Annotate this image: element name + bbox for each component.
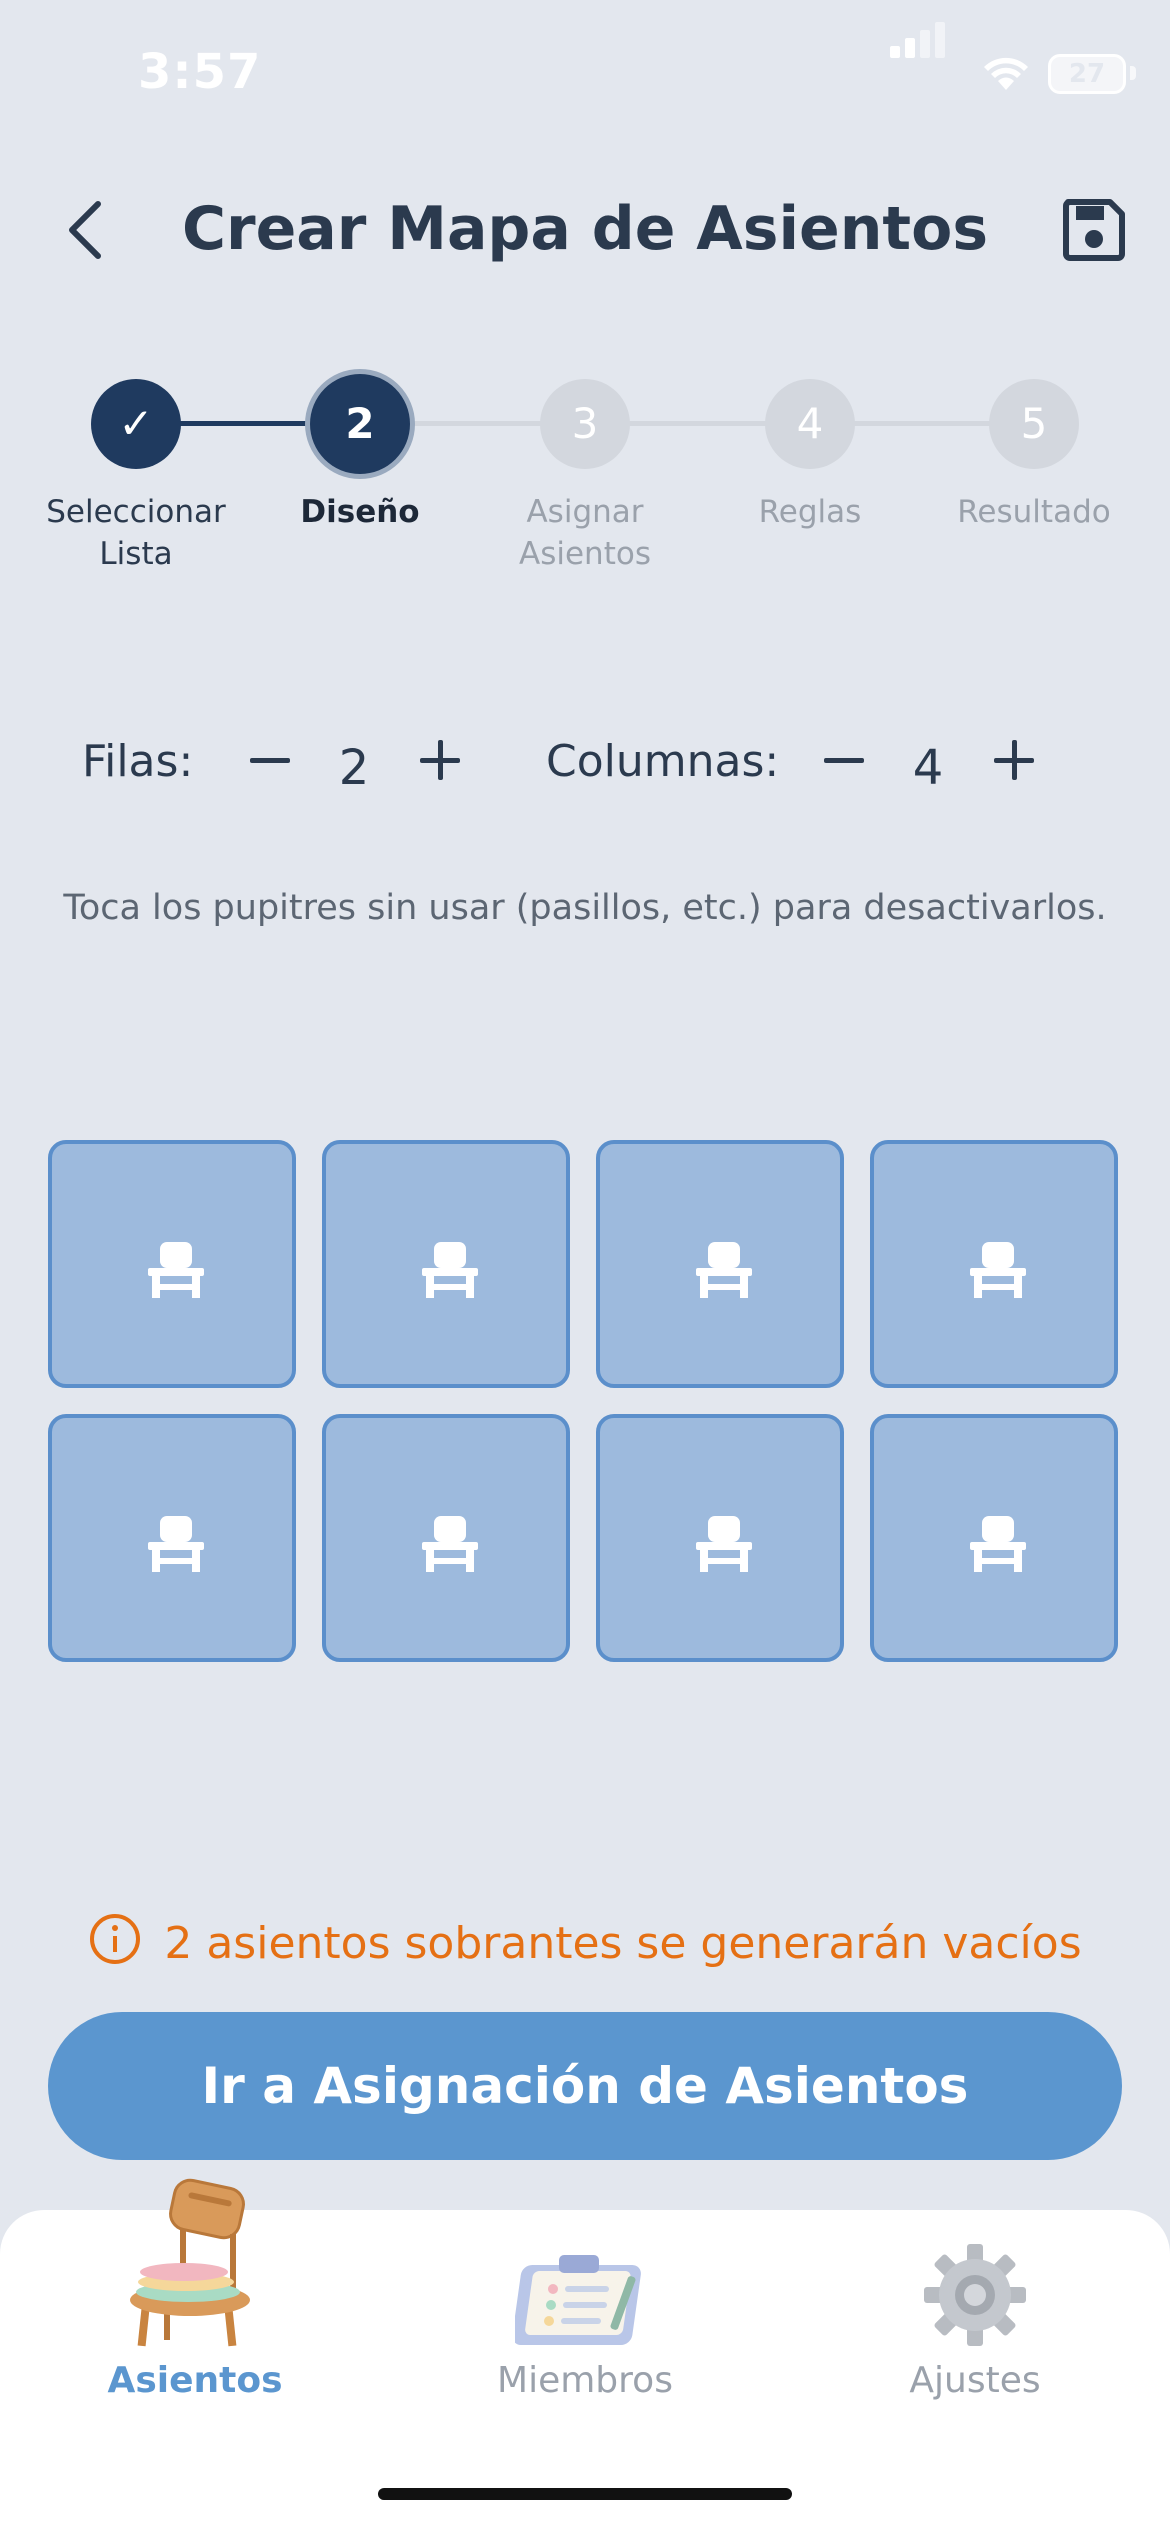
step-label-line: Lista [99, 536, 173, 572]
minus-icon [250, 758, 290, 763]
step-label: Reglas [710, 491, 910, 533]
chair-icon [148, 1516, 204, 1572]
chair-illustration-icon [130, 2178, 250, 2347]
plus-icon-v [1012, 740, 1017, 780]
step-label-line: Diseño [300, 494, 420, 530]
save-button[interactable] [1056, 192, 1132, 268]
check-icon: ✓ [91, 379, 181, 469]
home-indicator [378, 2488, 792, 2500]
seat-cell[interactable] [870, 1414, 1118, 1662]
chair-icon [970, 1516, 1026, 1572]
seat-cell[interactable] [596, 1414, 844, 1662]
chair-icon [970, 1242, 1026, 1298]
clipboard-illustration-icon [515, 2255, 641, 2345]
status-bar: 3:57 27 [0, 0, 1170, 150]
tab-bar: Asientos Miembros Ajustes [0, 2178, 1170, 2532]
rows-value: 2 [338, 740, 370, 796]
seat-grid [48, 1140, 1122, 1662]
tab-label: Asientos [107, 2360, 283, 2401]
tab-label: Miembros [497, 2360, 673, 2401]
step-label: Seleccionar Lista [36, 491, 236, 575]
step-label: Asignar Asientos [485, 491, 685, 575]
seat-cell[interactable] [870, 1140, 1118, 1388]
step-label-line: Seleccionar [46, 494, 226, 530]
step-label-line: Reglas [758, 494, 862, 530]
page-title: Crear Mapa de Asientos [181, 194, 989, 264]
seat-cell[interactable] [596, 1140, 844, 1388]
status-time: 3:57 [138, 44, 262, 100]
chair-icon [422, 1242, 478, 1298]
seat-cell[interactable] [48, 1140, 296, 1388]
warning-message: 2 asientos sobrantes se generarán vacíos [0, 1912, 1170, 1969]
seat-cell[interactable] [48, 1414, 296, 1662]
step-design[interactable]: 2 Diseño [260, 370, 460, 533]
step-label: Diseño [260, 491, 460, 533]
step-number: 5 [989, 379, 1079, 469]
step-number: 4 [765, 379, 855, 469]
chair-icon [422, 1516, 478, 1572]
step-result[interactable]: 5 Resultado [934, 370, 1134, 533]
battery-tip [1130, 66, 1136, 80]
columns-value: 4 [912, 740, 944, 796]
seat-cell[interactable] [322, 1140, 570, 1388]
tab-seats[interactable]: Asientos [0, 2178, 390, 2430]
plus-icon-v [438, 740, 443, 780]
rows-decrement-button[interactable] [230, 720, 310, 800]
step-label: Resultado [934, 491, 1134, 533]
floppy-disk-icon [1063, 199, 1125, 261]
go-to-seat-assignment-button[interactable]: Ir a Asignación de Asientos [48, 2012, 1122, 2160]
hint-text: Toca los pupitres sin usar (pasillos, et… [63, 888, 1107, 928]
rows-label: Filas: [82, 736, 194, 787]
columns-increment-button[interactable] [974, 720, 1054, 800]
wifi-icon [984, 57, 1028, 90]
step-label-line: Resultado [957, 494, 1111, 530]
step-label-line: Asignar [526, 494, 644, 530]
step-number: 2 [310, 374, 410, 474]
minus-icon [824, 758, 864, 763]
chair-icon [148, 1242, 204, 1298]
info-icon [90, 1914, 141, 1964]
step-select-list[interactable]: ✓ Seleccionar Lista [36, 370, 236, 575]
columns-decrement-button[interactable] [804, 720, 884, 800]
stepper: ✓ Seleccionar Lista 2 Diseño 3 Asignar A… [0, 370, 1170, 600]
step-label-line: Asientos [519, 536, 651, 572]
columns-label: Columnas: [546, 736, 780, 787]
step-number: 3 [540, 379, 630, 469]
warning-text: 2 asientos sobrantes se generarán vacíos [164, 1918, 1082, 1969]
battery-icon: 27 [1048, 54, 1126, 94]
step-assign-seats[interactable]: 3 Asignar Asientos [485, 370, 685, 575]
step-rules[interactable]: 4 Reglas [710, 370, 910, 533]
tab-label: Ajustes [909, 2360, 1041, 2401]
chair-icon [696, 1516, 752, 1572]
rows-increment-button[interactable] [400, 720, 480, 800]
chair-icon [696, 1242, 752, 1298]
grid-size-controls: Filas: 2 Columnas: 4 [0, 720, 1170, 820]
tab-members[interactable]: Miembros [390, 2210, 780, 2430]
gear-illustration-icon [924, 2244, 1026, 2346]
seat-cell[interactable] [322, 1414, 570, 1662]
header: Crear Mapa de Asientos [0, 170, 1170, 290]
tab-settings[interactable]: Ajustes [780, 2210, 1170, 2430]
status-icons: 27 [870, 22, 1170, 100]
